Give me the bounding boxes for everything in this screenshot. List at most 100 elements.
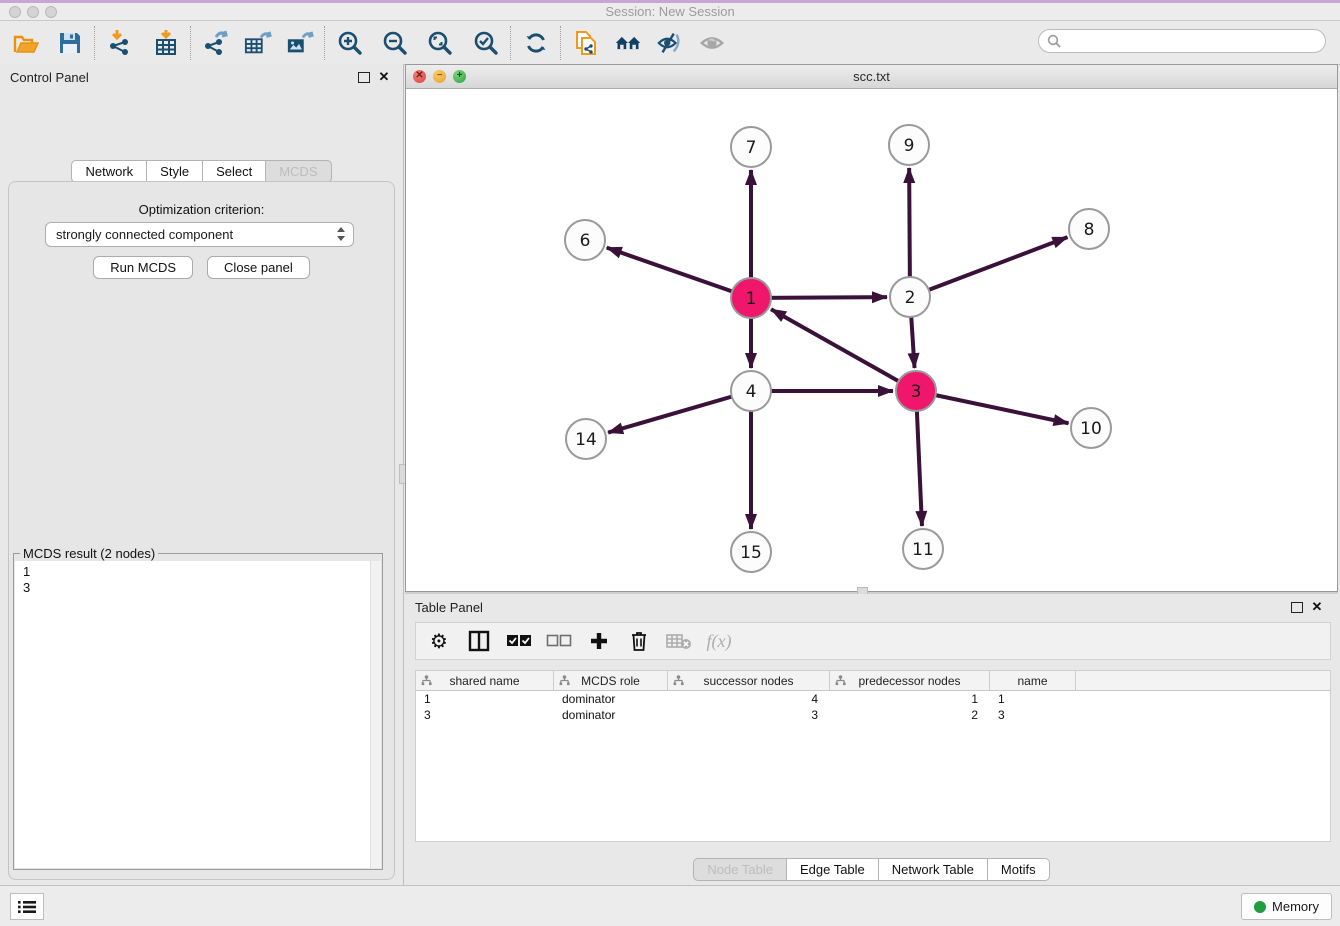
tab-style[interactable]: Style bbox=[147, 160, 203, 183]
search-input[interactable] bbox=[1066, 33, 1325, 50]
cell-mcds-role[interactable]: dominator bbox=[554, 691, 668, 707]
network-frame-titlebar[interactable]: ✕ − + scc.txt bbox=[406, 65, 1337, 89]
zoom-fit-icon[interactable] bbox=[426, 29, 454, 57]
window-top-accent bbox=[0, 0, 1340, 3]
cell-shared-name[interactable]: 1 bbox=[416, 691, 554, 707]
table-tabs: Node Table Edge Table Network Table Moti… bbox=[405, 858, 1338, 881]
unselect-all-columns-icon[interactable] bbox=[546, 628, 572, 654]
graph-node-15[interactable]: 15 bbox=[731, 532, 771, 572]
graph-node-label: 8 bbox=[1084, 220, 1095, 240]
graph-node-2[interactable]: 2 bbox=[890, 277, 930, 317]
column-header-predecessor-nodes[interactable]: predecessor nodes bbox=[830, 671, 990, 690]
graph-node-6[interactable]: 6 bbox=[565, 220, 605, 260]
graph-node-1[interactable]: 1 bbox=[731, 278, 771, 318]
select-all-columns-icon[interactable] bbox=[506, 628, 532, 654]
graph-node-label: 15 bbox=[740, 543, 762, 563]
graph-node-label: 3 bbox=[911, 382, 922, 402]
close-panel-button[interactable]: Close panel bbox=[207, 256, 310, 279]
tab-motifs[interactable]: Motifs bbox=[988, 858, 1050, 881]
cell-name[interactable]: 3 bbox=[990, 707, 1076, 723]
graph-node-10[interactable]: 10 bbox=[1071, 408, 1111, 448]
zoom-out-icon[interactable] bbox=[381, 29, 409, 57]
criterion-select[interactable]: strongly connected component bbox=[45, 222, 354, 247]
toolbar-separator bbox=[94, 26, 96, 60]
add-column-icon[interactable] bbox=[586, 628, 612, 654]
delete-table-icon[interactable] bbox=[666, 628, 692, 654]
table-row[interactable]: 3 dominator 3 2 3 bbox=[416, 707, 1330, 723]
table-panel-title: Table Panel bbox=[415, 600, 483, 615]
result-scrollbar[interactable] bbox=[370, 561, 381, 868]
split-panel-icon[interactable] bbox=[466, 628, 492, 654]
result-line: 1 bbox=[23, 564, 371, 580]
mcds-result-textarea[interactable]: 1 3 bbox=[15, 561, 371, 868]
cell-successor-nodes[interactable]: 3 bbox=[668, 707, 830, 723]
open-session-icon[interactable] bbox=[12, 29, 40, 57]
close-panel-icon[interactable]: ✕ bbox=[1310, 600, 1324, 614]
tab-edge-table[interactable]: Edge Table bbox=[787, 858, 879, 881]
memory-button[interactable]: Memory bbox=[1241, 893, 1332, 920]
hide-selected-icon[interactable] bbox=[656, 29, 684, 57]
import-table-icon[interactable] bbox=[152, 29, 180, 57]
column-header-shared-name[interactable]: shared name bbox=[416, 671, 554, 690]
network-view-frame: ✕ − + scc.txt 7 9 6 8 1 2 4 3 14 10 15 11 bbox=[405, 64, 1338, 592]
tab-network-table[interactable]: Network Table bbox=[879, 858, 988, 881]
table-row[interactable]: 1 dominator 4 1 1 bbox=[416, 691, 1330, 707]
export-image-icon[interactable] bbox=[286, 29, 314, 57]
first-neighbors-icon[interactable] bbox=[614, 29, 642, 57]
graph-node-label: 1 bbox=[746, 289, 757, 309]
graph-node-7[interactable]: 7 bbox=[731, 127, 771, 167]
table-toolbar: ⚙ f(x) bbox=[415, 622, 1331, 660]
cell-successor-nodes[interactable]: 4 bbox=[668, 691, 830, 707]
column-header-successor-nodes[interactable]: successor nodes bbox=[668, 671, 830, 690]
tab-network[interactable]: Network bbox=[71, 160, 147, 183]
tab-mcds[interactable]: MCDS bbox=[266, 160, 331, 183]
float-panel-icon[interactable] bbox=[1290, 602, 1304, 616]
graph-edge-3-10[interactable] bbox=[916, 391, 1068, 423]
control-panel-tabs: Network Style Select MCDS bbox=[0, 160, 403, 183]
task-history-button[interactable] bbox=[10, 893, 44, 920]
export-table-icon[interactable] bbox=[244, 29, 272, 57]
cell-predecessor-nodes[interactable]: 1 bbox=[830, 691, 990, 707]
graph-node-label: 10 bbox=[1080, 419, 1102, 439]
show-all-icon[interactable] bbox=[698, 29, 726, 57]
refresh-layout-icon[interactable] bbox=[522, 29, 550, 57]
column-header-mcds-role[interactable]: MCDS role bbox=[554, 671, 668, 690]
graph-edge-2-8[interactable] bbox=[910, 237, 1067, 297]
graph-node-9[interactable]: 9 bbox=[889, 125, 929, 165]
export-network-icon[interactable] bbox=[202, 29, 230, 57]
function-builder-icon[interactable]: f(x) bbox=[706, 628, 732, 654]
network-canvas[interactable]: 7 9 6 8 1 2 4 3 14 10 15 11 bbox=[406, 89, 1337, 591]
graph-node-4[interactable]: 4 bbox=[731, 371, 771, 411]
graph-node-8[interactable]: 8 bbox=[1069, 209, 1109, 249]
graph-edge-4-14[interactable] bbox=[608, 391, 751, 433]
graph-node-14[interactable]: 14 bbox=[566, 419, 606, 459]
graph-edge-3-1[interactable] bbox=[771, 309, 916, 391]
save-session-icon[interactable] bbox=[56, 29, 84, 57]
delete-column-icon[interactable] bbox=[626, 628, 652, 654]
float-panel-icon[interactable] bbox=[357, 72, 371, 86]
column-header-name[interactable]: name bbox=[990, 671, 1076, 690]
search-icon bbox=[1047, 34, 1061, 48]
cell-shared-name[interactable]: 3 bbox=[416, 707, 554, 723]
cell-mcds-role[interactable]: dominator bbox=[554, 707, 668, 723]
zoom-selected-icon[interactable] bbox=[472, 29, 500, 57]
settings-gear-icon[interactable]: ⚙ bbox=[426, 628, 452, 654]
duplicate-network-icon[interactable] bbox=[572, 29, 600, 57]
graph-node-11[interactable]: 11 bbox=[903, 529, 943, 569]
tab-node-table[interactable]: Node Table bbox=[693, 858, 787, 881]
cell-predecessor-nodes[interactable]: 2 bbox=[830, 707, 990, 723]
zoom-in-icon[interactable] bbox=[336, 29, 364, 57]
application-window: Session: New Session bbox=[0, 0, 1340, 926]
graph-node-3[interactable]: 3 bbox=[896, 371, 936, 411]
optimization-criterion-label: Optimization criterion: bbox=[9, 202, 394, 217]
close-panel-icon[interactable]: ✕ bbox=[377, 70, 391, 84]
import-network-icon[interactable] bbox=[106, 29, 134, 57]
search-field[interactable] bbox=[1038, 29, 1326, 53]
cell-name[interactable]: 1 bbox=[990, 691, 1076, 707]
network-graph[interactable]: 7 9 6 8 1 2 4 3 14 10 15 11 bbox=[406, 89, 1337, 591]
graph-edge-1-6[interactable] bbox=[607, 248, 751, 298]
column-type-icon bbox=[559, 675, 570, 686]
list-icon bbox=[18, 900, 36, 914]
run-mcds-button[interactable]: Run MCDS bbox=[93, 256, 193, 279]
tab-select[interactable]: Select bbox=[203, 160, 266, 183]
